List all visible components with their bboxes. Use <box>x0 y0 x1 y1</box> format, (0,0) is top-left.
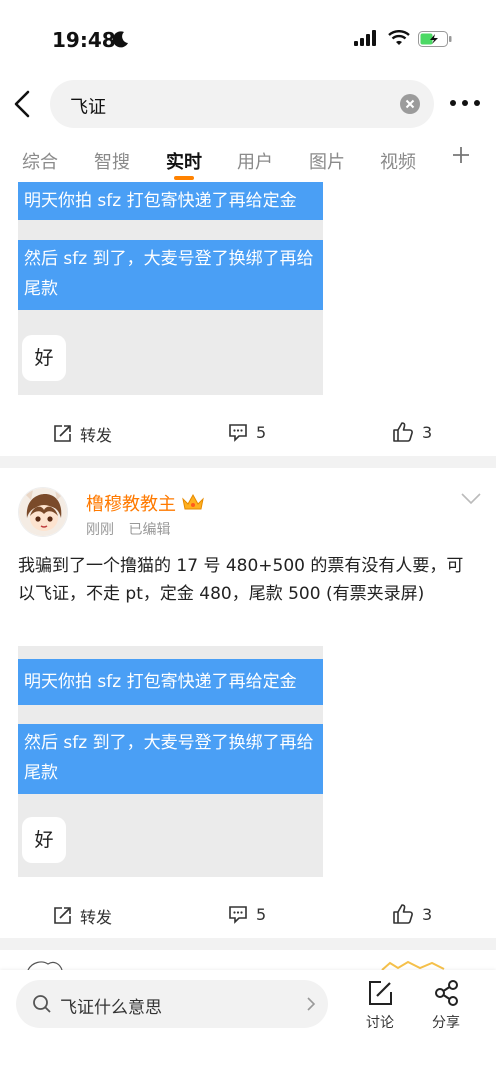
tab-images[interactable]: 图片 <box>309 148 345 174</box>
discuss-label: 讨论 <box>366 1015 394 1031</box>
post-meta: 刚刚 已编辑 <box>86 519 180 539</box>
decoration-peek <box>381 960 445 970</box>
chat-bubble: 明天你拍 sfz 打包寄快递了再给定金 <box>18 182 323 220</box>
repost-label: 转发 <box>80 426 113 445</box>
chat-bubble: 然后 sfz 到了，大麦号登了换绑了再给尾款 <box>18 240 323 310</box>
chat-bubble: 好 <box>22 817 66 863</box>
comment-button[interactable]: 5 <box>228 422 266 442</box>
repost-button[interactable]: 转发 <box>52 422 112 446</box>
related-search-text: 飞证什么意思 <box>60 998 162 1018</box>
divider <box>0 456 496 468</box>
battery-icon <box>418 31 452 47</box>
bottom-bar: 飞证什么意思 讨论 分享 <box>0 970 496 1080</box>
chat-bubble: 明天你拍 sfz 打包寄快递了再给定金 <box>18 659 323 705</box>
tab-users[interactable]: 用户 <box>237 148 273 174</box>
comment-count: 5 <box>256 904 267 924</box>
signal-icon <box>354 30 376 46</box>
search-input[interactable]: 飞证 <box>50 80 434 128</box>
share-icon <box>435 980 458 1006</box>
repost-icon <box>54 425 71 442</box>
repost-button[interactable]: 转发 <box>52 904 112 928</box>
status-bar: 19:48 <box>0 0 496 70</box>
share-button[interactable]: 分享 <box>421 978 471 1032</box>
comment-icon <box>229 424 247 442</box>
avatar[interactable] <box>18 487 68 537</box>
comment-button[interactable]: 5 <box>228 904 266 924</box>
thumbs-up-icon <box>393 904 413 924</box>
post-image[interactable]: 明天你拍 sfz 打包寄快递了再给定金 然后 sfz 到了，大麦号登了换绑了再给… <box>18 182 323 395</box>
wifi-icon <box>388 30 410 45</box>
like-button[interactable]: 3 <box>392 904 432 924</box>
plus-icon[interactable] <box>452 146 470 164</box>
crown-badge-icon <box>182 493 204 510</box>
more-icon[interactable] <box>448 98 482 108</box>
tab-videos[interactable]: 视频 <box>380 148 416 174</box>
tab-bar: 综合 智搜 实时 用户 图片 视频 <box>0 140 496 182</box>
like-count: 3 <box>422 422 433 442</box>
thumbs-up-icon <box>393 422 413 442</box>
edited-label: 已编辑 <box>128 522 171 538</box>
share-label: 分享 <box>432 1015 460 1031</box>
tab-realtime[interactable]: 实时 <box>166 148 202 174</box>
related-search-input[interactable]: 飞证什么意思 <box>16 980 328 1028</box>
post-time: 刚刚 <box>86 522 114 538</box>
chevron-down-icon[interactable] <box>460 492 482 506</box>
chevron-right-icon <box>307 997 316 1011</box>
tab-indicator <box>174 176 194 180</box>
like-button[interactable]: 3 <box>392 422 432 442</box>
avatar-image <box>19 488 67 536</box>
discuss-button[interactable]: 讨论 <box>355 978 405 1032</box>
repost-label: 转发 <box>80 908 113 927</box>
comment-icon <box>229 906 247 924</box>
chat-bubble: 好 <box>22 335 66 381</box>
moon-icon <box>112 31 128 48</box>
like-count: 3 <box>422 904 433 924</box>
post-image[interactable]: 明天你拍 sfz 打包寄快递了再给定金 然后 sfz 到了，大麦号登了换绑了再给… <box>18 646 323 877</box>
status-time: 19:48 <box>52 28 116 52</box>
back-icon[interactable] <box>10 88 34 120</box>
post-text: 我骗到了一个撸猫的 17 号 480+500 的票有没有人要，可以飞证，不走 p… <box>18 556 464 604</box>
tab-comprehensive[interactable]: 综合 <box>22 148 58 174</box>
search-query: 飞证 <box>70 97 106 118</box>
tab-smart-search[interactable]: 智搜 <box>94 148 130 174</box>
next-avatar-peek <box>27 961 63 970</box>
comment-count: 5 <box>256 422 267 442</box>
chat-bubble: 然后 sfz 到了，大麦号登了换绑了再给尾款 <box>18 724 323 794</box>
search-icon <box>33 995 51 1013</box>
author-name[interactable]: 橹穆教教主 <box>86 490 176 516</box>
clear-icon[interactable] <box>400 94 420 114</box>
repost-icon <box>54 907 71 924</box>
divider <box>0 938 496 950</box>
compose-icon <box>369 981 392 1005</box>
